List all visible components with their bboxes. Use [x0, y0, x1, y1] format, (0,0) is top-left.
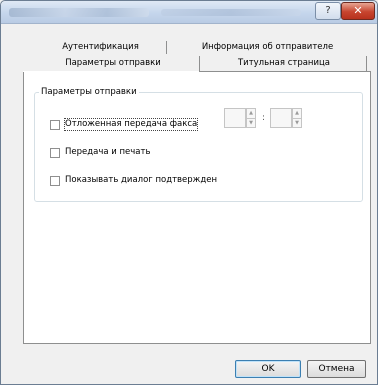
spin-down-icon[interactable]: ▼	[293, 119, 301, 128]
title-bar[interactable]: ? ✕	[1, 1, 377, 24]
tab-separator	[366, 56, 367, 71]
window-title-blurred-extra	[161, 9, 301, 16]
tab-authentication[interactable]: Аутентификация	[35, 41, 166, 54]
delayed-fax-checkbox[interactable]	[50, 120, 60, 130]
close-button[interactable]: ✕	[341, 2, 375, 20]
send-and-print-checkbox[interactable]	[50, 148, 60, 158]
tab-cover-page[interactable]: Титульная страница	[203, 57, 365, 70]
show-confirmation-checkbox[interactable]	[50, 176, 60, 186]
hour-spinner[interactable]: ▲ ▼	[246, 108, 256, 128]
cancel-button[interactable]: Отмена	[307, 360, 366, 378]
tab-separator	[166, 41, 167, 54]
delayed-fax-label[interactable]: Отложенная передача факса	[63, 118, 199, 131]
tab-send-options[interactable]: Параметры отправки	[30, 57, 196, 70]
tab-sender-info[interactable]: Информация об отправителе	[170, 41, 365, 54]
time-separator: :	[262, 113, 266, 123]
window-title-blurred	[9, 8, 149, 17]
active-tab-indicator	[23, 71, 199, 72]
help-button[interactable]: ?	[315, 2, 341, 20]
spin-up-icon[interactable]: ▲	[247, 109, 255, 119]
minute-input[interactable]	[270, 108, 292, 128]
hour-input[interactable]	[224, 108, 246, 128]
group-title: Параметры отправки	[39, 87, 139, 97]
ok-button[interactable]: OK	[235, 360, 301, 378]
send-and-print-label[interactable]: Передача и печать	[65, 147, 150, 158]
tab-separator	[199, 56, 200, 71]
spin-down-icon[interactable]: ▼	[247, 119, 255, 128]
minute-spinner[interactable]: ▲ ▼	[292, 108, 302, 128]
show-confirmation-label[interactable]: Показывать диалог подтвержден	[65, 175, 217, 186]
spin-up-icon[interactable]: ▲	[293, 109, 301, 119]
